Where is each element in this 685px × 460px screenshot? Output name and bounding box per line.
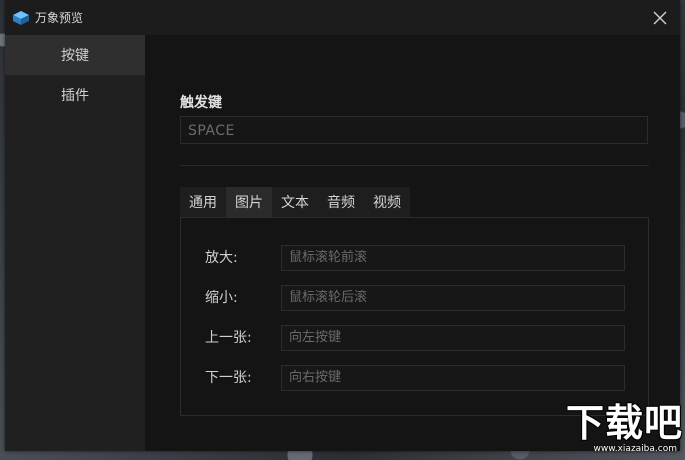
tab-audio[interactable]: 音频 [318, 187, 364, 217]
image-settings-panel: 放大: 鼠标滚轮前滚 缩小: 鼠标滚轮后滚 上一张: 向左按键 下一张: 向右按… [180, 217, 649, 416]
zoom-out-field[interactable]: 鼠标滚轮后滚 [281, 285, 625, 311]
watermark-text: 下载吧 [565, 401, 683, 445]
app-cube-icon [13, 10, 29, 25]
sidebar: 按键 插件 [5, 35, 145, 451]
divider [180, 165, 649, 166]
settings-window: 万象预览 按键 插件 触发键 SPACE 通用 图片 文本 音频 视频 放大: … [5, 0, 680, 451]
sidebar-item-plugins[interactable]: 插件 [5, 75, 145, 115]
previous-image-label: 上一张: [205, 330, 252, 346]
sidebar-item-keys[interactable]: 按键 [5, 35, 145, 75]
watermark-url: www.xiazaiba.com [593, 444, 677, 454]
sidebar-item-label: 按键 [61, 48, 89, 64]
tab-bar: 通用 图片 文本 音频 视频 [180, 187, 410, 217]
zoom-out-label: 缩小: [205, 290, 238, 306]
zoom-out-row: 缩小: 鼠标滚轮后滚 [181, 285, 648, 311]
tab-image[interactable]: 图片 [226, 187, 272, 217]
zoom-in-field[interactable]: 鼠标滚轮前滚 [281, 245, 625, 271]
previous-image-row: 上一张: 向左按键 [181, 325, 648, 351]
next-image-row: 下一张: 向右按键 [181, 365, 648, 391]
previous-image-field[interactable]: 向左按键 [281, 325, 625, 351]
next-image-label: 下一张: [205, 370, 252, 386]
zoom-in-label: 放大: [205, 250, 238, 266]
tab-text[interactable]: 文本 [272, 187, 318, 217]
tab-general[interactable]: 通用 [180, 187, 226, 217]
tab-video[interactable]: 视频 [364, 187, 410, 217]
sidebar-item-label: 插件 [61, 88, 89, 104]
trigger-key-label: 触发键 [180, 95, 222, 111]
close-icon [653, 11, 667, 25]
trigger-key-field[interactable]: SPACE [180, 116, 648, 144]
zoom-in-row: 放大: 鼠标滚轮前滚 [181, 245, 648, 271]
next-image-field[interactable]: 向右按键 [281, 365, 625, 391]
window-title: 万象预览 [35, 11, 84, 25]
title-bar[interactable]: 万象预览 [5, 0, 680, 35]
watermark-logo: 下载吧 www.xiazaiba.com [545, 402, 683, 458]
close-button[interactable] [648, 6, 672, 30]
main-content: 触发键 SPACE 通用 图片 文本 音频 视频 放大: 鼠标滚轮前滚 缩小: … [145, 35, 680, 451]
